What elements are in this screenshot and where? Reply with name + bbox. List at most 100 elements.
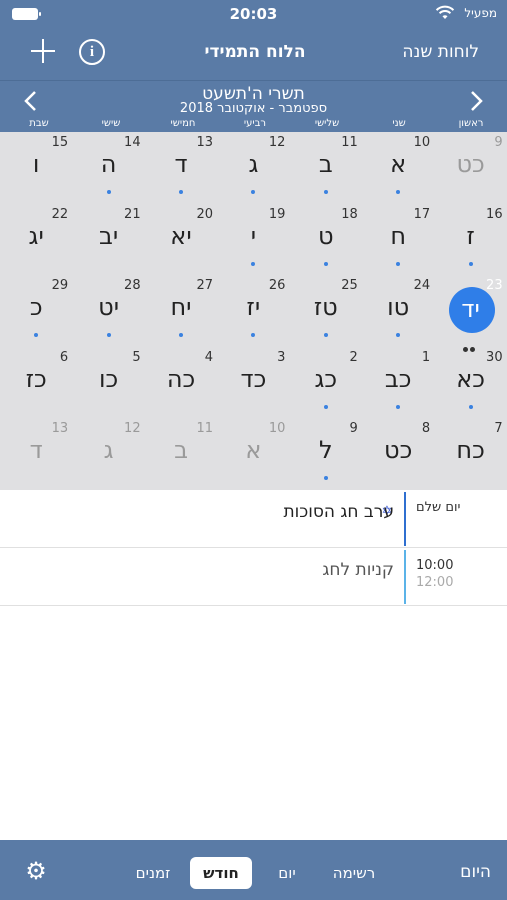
day-cell[interactable]: 30 כא xyxy=(435,347,507,418)
day-cell[interactable]: 27 יח xyxy=(145,275,217,346)
add-event-button[interactable] xyxy=(28,36,58,66)
day-cell[interactable]: 21 יב xyxy=(73,204,145,275)
event-color-bar xyxy=(404,550,406,604)
day-cell[interactable]: 9 כט xyxy=(435,132,507,203)
event-dot xyxy=(106,333,111,338)
tab-list[interactable]: רשימה xyxy=(322,857,386,889)
day-cell[interactable]: 25 טז xyxy=(290,275,362,346)
event-dots xyxy=(462,337,477,353)
gregorian-date: 26 xyxy=(268,278,286,294)
day-cell[interactable]: 1 כב xyxy=(362,347,434,418)
event-dot xyxy=(323,404,328,409)
gregorian-date: 7 xyxy=(494,421,503,437)
hebrew-date: כ xyxy=(29,293,43,322)
day-cell[interactable]: 13 ד xyxy=(0,418,72,489)
tab-times[interactable]: זמנים xyxy=(128,857,178,889)
status-bar: 20:03 מפעיל xyxy=(0,0,507,28)
event-dot xyxy=(251,333,256,338)
hebrew-date: ב xyxy=(174,436,188,465)
gregorian-date: 30 xyxy=(486,349,503,365)
tab-month[interactable]: חודש xyxy=(190,857,252,889)
hebrew-date: ד xyxy=(174,150,188,178)
day-cell[interactable]: 22 יג xyxy=(0,204,72,275)
hebrew-date: יט xyxy=(98,293,120,322)
day-cell[interactable]: 2 כג xyxy=(290,347,362,418)
year-calendars-link[interactable]: לוחות שנה xyxy=(402,42,479,62)
gregorian-date: 24 xyxy=(413,278,431,294)
day-cell[interactable]: 17 ח xyxy=(362,204,434,275)
hebrew-date: יא xyxy=(170,221,192,250)
info-button[interactable]: i xyxy=(79,39,105,65)
hebrew-date: יד xyxy=(461,295,480,324)
hebrew-date: כט xyxy=(384,436,413,465)
event-end: 12:00 xyxy=(416,575,454,590)
day-cell[interactable]: 14 ה xyxy=(73,132,145,203)
tab-day[interactable]: יום xyxy=(264,857,310,889)
event-row[interactable]: יום שלם ✡ ערב חג הסוכות xyxy=(0,490,507,548)
day-cell[interactable]: 20 יא xyxy=(145,204,217,275)
hebrew-date: טו xyxy=(387,293,410,322)
gregorian-date: 15 xyxy=(51,135,69,150)
event-dot xyxy=(179,333,183,338)
event-title: ערב חג הסוכות xyxy=(283,502,394,522)
gear-icon[interactable]: ⚙ xyxy=(24,859,48,883)
gregorian-date: 2 xyxy=(349,349,358,365)
day-cell[interactable]: 13 ד xyxy=(145,132,217,203)
hebrew-date: כה xyxy=(166,364,196,393)
event-dot xyxy=(251,190,256,194)
chevron-left-icon[interactable] xyxy=(20,89,42,113)
day-cell[interactable]: 6 כז xyxy=(0,347,72,418)
day-cell[interactable]: 11 ב xyxy=(290,132,362,203)
day-cell[interactable]: 16 ז xyxy=(435,204,507,275)
chevron-right-icon[interactable] xyxy=(465,89,487,113)
gregorian-date: 29 xyxy=(51,278,69,294)
hebrew-date: יח xyxy=(170,293,192,322)
gregorian-date: 14 xyxy=(124,135,141,150)
gregorian-date: 4 xyxy=(204,349,213,365)
day-cell[interactable]: 26 יז xyxy=(217,275,289,346)
event-dot xyxy=(323,190,328,194)
day-cell[interactable]: 15 ו xyxy=(0,132,72,203)
day-cell[interactable]: 3 כד xyxy=(217,347,289,418)
gregorian-date: 12 xyxy=(268,135,286,150)
day-cell[interactable]: 18 ט xyxy=(290,204,362,275)
hebrew-date: ח xyxy=(390,221,407,250)
hebrew-date: כד xyxy=(240,364,267,393)
gregorian-date: 3 xyxy=(277,349,286,365)
event-dot xyxy=(323,333,328,338)
event-start: יום שלם xyxy=(416,500,461,515)
hebrew-date: כא xyxy=(456,364,485,393)
hebrew-date: כח xyxy=(456,436,485,465)
hebrew-date: י xyxy=(250,221,257,250)
weekday-label: רביעי xyxy=(243,118,267,129)
day-cell[interactable]: 9ל xyxy=(290,418,362,489)
weekday-label: שני xyxy=(392,118,406,129)
day-cell[interactable]: 7 כח xyxy=(435,418,507,489)
hebrew-date: כג xyxy=(314,364,338,393)
gregorian-date: 27 xyxy=(196,278,213,294)
today-button[interactable]: היום xyxy=(460,862,491,882)
day-cell[interactable]: 29 כ xyxy=(0,275,72,346)
day-cell[interactable]: 4 כה xyxy=(145,347,217,418)
day-cell[interactable]: 12 ג xyxy=(73,418,145,489)
day-cell[interactable]: 10 א xyxy=(362,132,434,203)
day-cell[interactable]: 24 טו xyxy=(362,275,434,346)
event-row[interactable]: 10:00 12:00 קניות לחג xyxy=(0,548,507,606)
event-dot xyxy=(396,333,401,338)
gregorian-date: 9 xyxy=(494,135,503,150)
day-cell-today[interactable]: 23 יד xyxy=(435,275,507,353)
gregorian-date: 13 xyxy=(196,135,213,150)
gregorian-date: 16 xyxy=(486,206,503,222)
day-cell[interactable]: 10 א xyxy=(217,418,289,489)
day-cell[interactable]: 5 כו xyxy=(73,347,145,418)
day-cell[interactable]: 12 ג xyxy=(217,132,289,203)
weekday-label: ראשון xyxy=(458,118,484,129)
gregorian-date: 19 xyxy=(268,206,286,222)
day-cell[interactable]: 8 כט xyxy=(362,418,434,489)
weekday-header: ראשון שני שלישי רביעי חמישי שישי שבת xyxy=(0,118,507,132)
gregorian-date: 11 xyxy=(341,135,358,150)
day-cell[interactable]: 19 י xyxy=(217,204,289,275)
day-cell[interactable]: 28 יט xyxy=(73,275,145,346)
event-time: יום שלם xyxy=(416,500,506,515)
day-cell[interactable]: 11 ב xyxy=(145,418,217,489)
